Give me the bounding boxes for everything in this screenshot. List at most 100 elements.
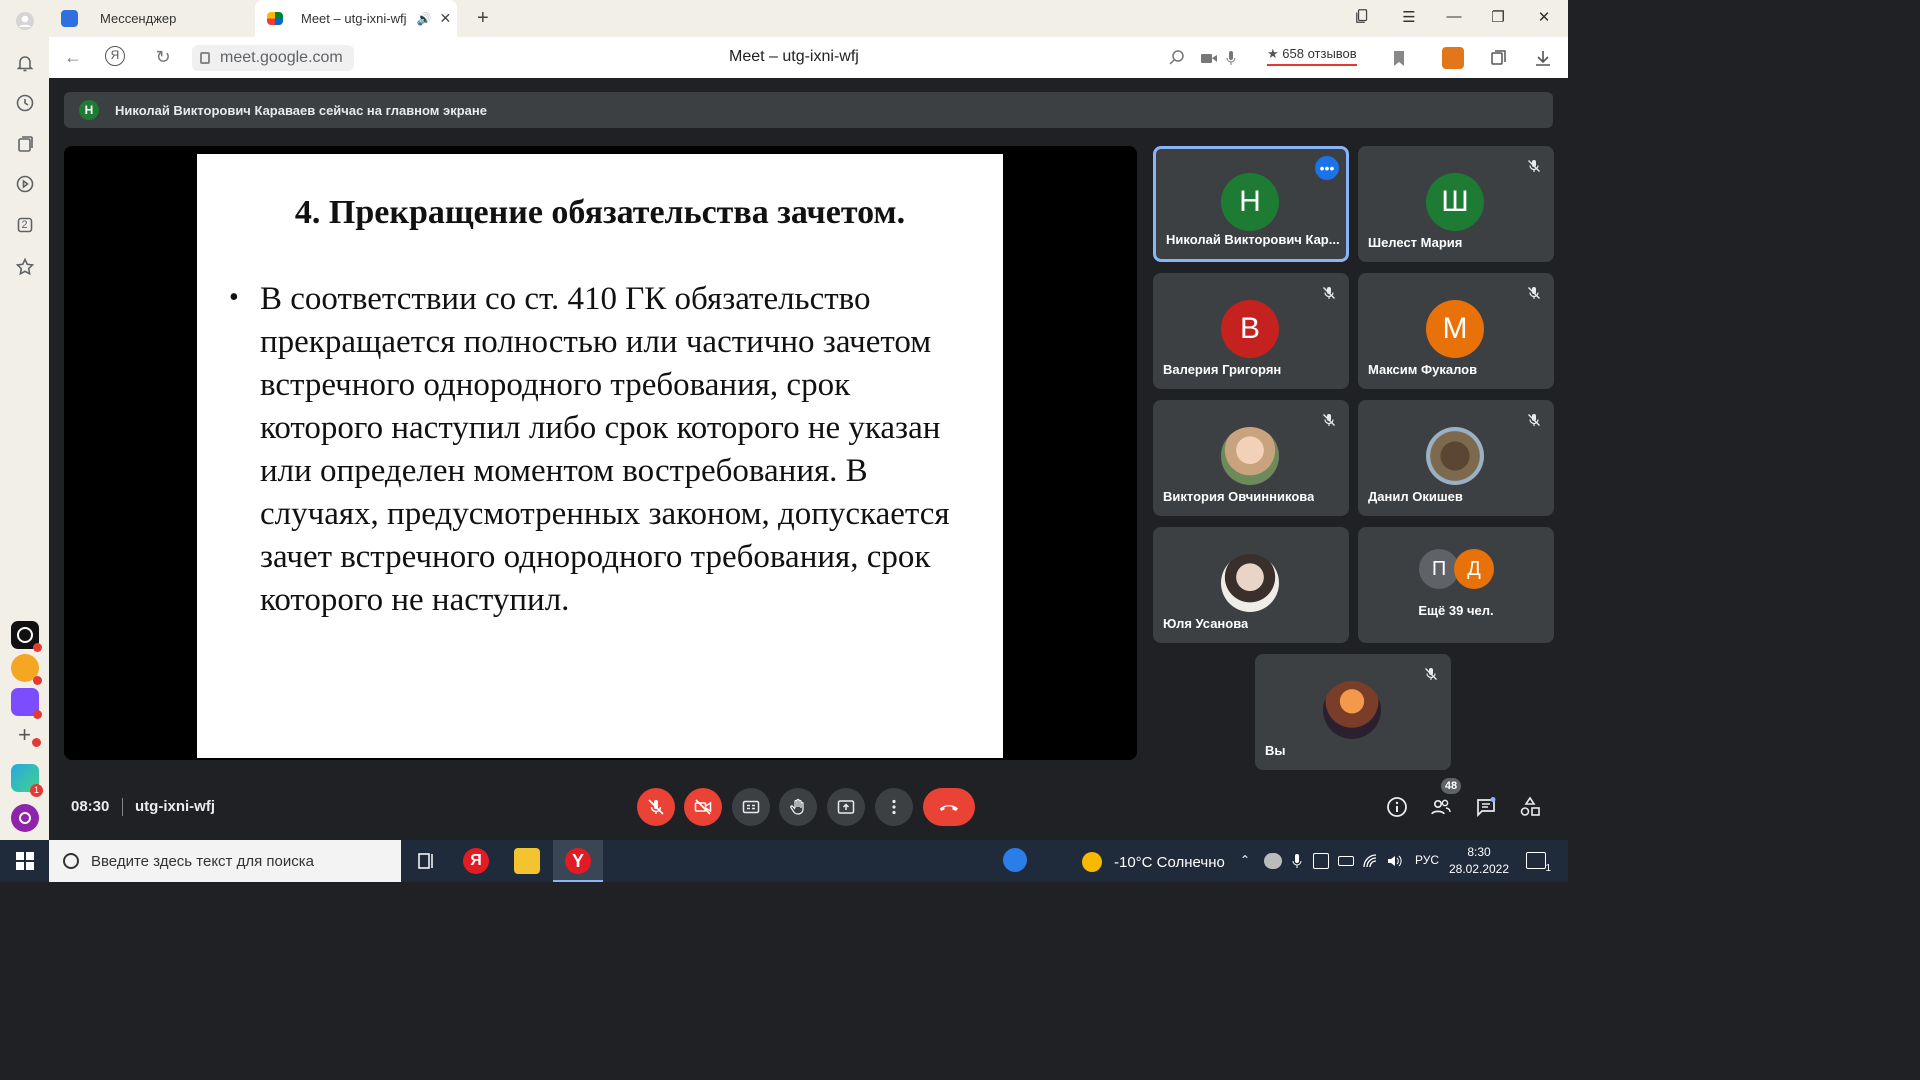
tab-meet[interactable]: Meet – utg-ixni-wfj 🔊 ✕ [255, 0, 457, 37]
browser-app-icon[interactable] [11, 654, 42, 685]
microphone-tray-icon[interactable] [1289, 853, 1305, 869]
clock-date: 28.02.2022 [1448, 862, 1510, 876]
hand-icon [790, 798, 804, 815]
page-title: Meet – utg-ixni-wfj [729, 48, 859, 65]
yandex-app-icon[interactable]: Я [463, 848, 489, 874]
activities-icon[interactable] [1519, 796, 1541, 818]
reload-icon[interactable]: ↻ [150, 47, 176, 68]
microphone-icon[interactable] [1221, 49, 1241, 67]
bell-icon[interactable] [12, 50, 37, 75]
taskbar-search[interactable]: Введите здесь текст для поиска [49, 840, 401, 882]
participant-name: Николай Викторович Кар... [1166, 232, 1340, 247]
participant-tile[interactable]: Н Николай Викторович Кар... ••• [1153, 146, 1349, 262]
star-icon[interactable] [12, 254, 37, 279]
add-app-icon[interactable]: + [12, 722, 41, 747]
tab-count-icon[interactable]: 2 [12, 212, 37, 237]
yandex-logo-icon[interactable]: Я [105, 46, 131, 66]
participant-tile[interactable]: Вы [1255, 654, 1451, 770]
participant-name: Валерия Григорян [1163, 362, 1282, 377]
hang-up-icon [940, 805, 958, 811]
present-screen-button[interactable] [827, 788, 865, 826]
present-icon [837, 800, 855, 814]
language-indicator[interactable]: РУС [1415, 853, 1439, 867]
meet-area: Н Николай Викторович Караваев сейчас на … [49, 78, 1568, 840]
participant-name: Вы [1265, 743, 1286, 758]
onedrive-icon[interactable] [1264, 853, 1282, 869]
close-tab-icon[interactable]: ✕ [439, 10, 451, 27]
presentation-view: 4. Прекращение обязательства зачетом. • … [64, 146, 1137, 760]
restore-icon[interactable]: ❐ [1486, 8, 1510, 26]
slide-bullet: • [229, 282, 239, 313]
reviews-badge[interactable]: ★ 658 отзывов [1267, 46, 1357, 66]
tab-strip: Мессенджер Meet – utg-ixni-wfj 🔊 ✕ + ☰ —… [49, 0, 1568, 37]
task-view-icon[interactable] [413, 848, 439, 874]
captions-button[interactable] [732, 788, 770, 826]
back-arrow-icon[interactable]: ← [60, 47, 86, 68]
participant-tile[interactable]: Юля Усанова [1153, 527, 1349, 643]
minimize-icon[interactable]: — [1442, 8, 1466, 25]
notifications-icon[interactable]: 1 [1526, 852, 1551, 874]
collections-panel-icon[interactable] [1489, 49, 1509, 67]
participant-avatar: Д [1454, 549, 1494, 589]
tab-messenger[interactable]: Мессенджер [49, 0, 254, 37]
search-icon [63, 853, 79, 869]
participant-tile[interactable]: Виктория Овчинникова [1153, 400, 1349, 516]
participant-tile[interactable]: Данил Окишев [1358, 400, 1554, 516]
slide-title: 4. Прекращение обязательства зачетом. [294, 194, 906, 231]
messenger-app-icon[interactable] [11, 688, 42, 719]
more-participants-tile[interactable]: П Д Ещё 39 чел. [1358, 527, 1554, 643]
new-tab-button[interactable]: + [477, 7, 489, 30]
address-bar-row: ← Я ↻ meet.google.com Meet – utg-ixni-wf… [49, 37, 1568, 78]
close-window-icon[interactable]: ✕ [1532, 8, 1556, 26]
participant-tile[interactable]: Ш Шелест Мария [1358, 146, 1554, 262]
camera-toggle-button[interactable] [684, 788, 722, 826]
bookmarks-panel-icon[interactable] [1351, 8, 1375, 28]
tile-options-button[interactable]: ••• [1315, 156, 1339, 180]
profile-avatar[interactable] [12, 8, 37, 33]
participant-count-badge: 48 [1441, 778, 1461, 794]
meeting-time: 08:30 [71, 798, 110, 815]
chevron-up-icon[interactable]: ⌃ [1240, 853, 1256, 869]
url-field[interactable]: meet.google.com [192, 45, 354, 71]
participant-avatar: В [1221, 300, 1279, 358]
speaker-icon[interactable]: 🔊 [416, 12, 431, 26]
display-icon[interactable] [1313, 853, 1329, 869]
camera-icon[interactable] [1199, 49, 1219, 67]
alice-app-icon[interactable] [11, 621, 42, 652]
weather-widget[interactable]: -10°C Солнечно [1082, 852, 1225, 872]
chat-icon[interactable] [1475, 796, 1497, 818]
meeting-info-icon[interactable] [1386, 796, 1408, 818]
notes-app-icon[interactable]: 1 [11, 764, 43, 797]
leave-call-button[interactable] [923, 788, 975, 826]
url-text: meet.google.com [220, 49, 343, 66]
alice-assistant-icon[interactable] [11, 804, 39, 832]
more-options-button[interactable] [875, 788, 913, 826]
people-icon[interactable] [1430, 796, 1452, 818]
lock-icon [200, 52, 210, 64]
tab-label: Meet – utg-ixni-wfj [301, 11, 407, 26]
help-icon[interactable] [1003, 848, 1027, 872]
menu-icon[interactable]: ☰ [1397, 8, 1421, 26]
video-icon[interactable] [12, 171, 37, 196]
bookmark-icon[interactable] [1389, 49, 1409, 67]
download-icon[interactable] [1533, 49, 1553, 67]
participant-avatar: М [1426, 300, 1484, 358]
participant-tile[interactable]: В Валерия Григорян [1153, 273, 1349, 389]
clock[interactable]: 8:30 28.02.2022 [1440, 844, 1518, 878]
wifi-icon[interactable] [1362, 853, 1378, 869]
zoom-icon[interactable] [1167, 49, 1187, 67]
collections-icon[interactable] [12, 131, 37, 156]
weather-text: -10°C Солнечно [1114, 853, 1225, 871]
participant-tile[interactable]: М Максим Фукалов [1358, 273, 1554, 389]
metamask-extension-icon[interactable] [1442, 47, 1464, 69]
yandex-browser-taskbar-item[interactable]: Y [553, 840, 603, 882]
history-icon[interactable] [12, 90, 37, 115]
file-explorer-icon[interactable] [514, 848, 540, 874]
participant-avatar: Ш [1426, 173, 1484, 231]
battery-icon[interactable] [1338, 856, 1354, 866]
windows-start-button[interactable] [0, 840, 49, 882]
yandex-browser-icon: Y [565, 848, 591, 874]
volume-icon[interactable] [1386, 853, 1402, 869]
mic-toggle-button[interactable] [637, 788, 675, 826]
raise-hand-button[interactable] [779, 788, 817, 826]
